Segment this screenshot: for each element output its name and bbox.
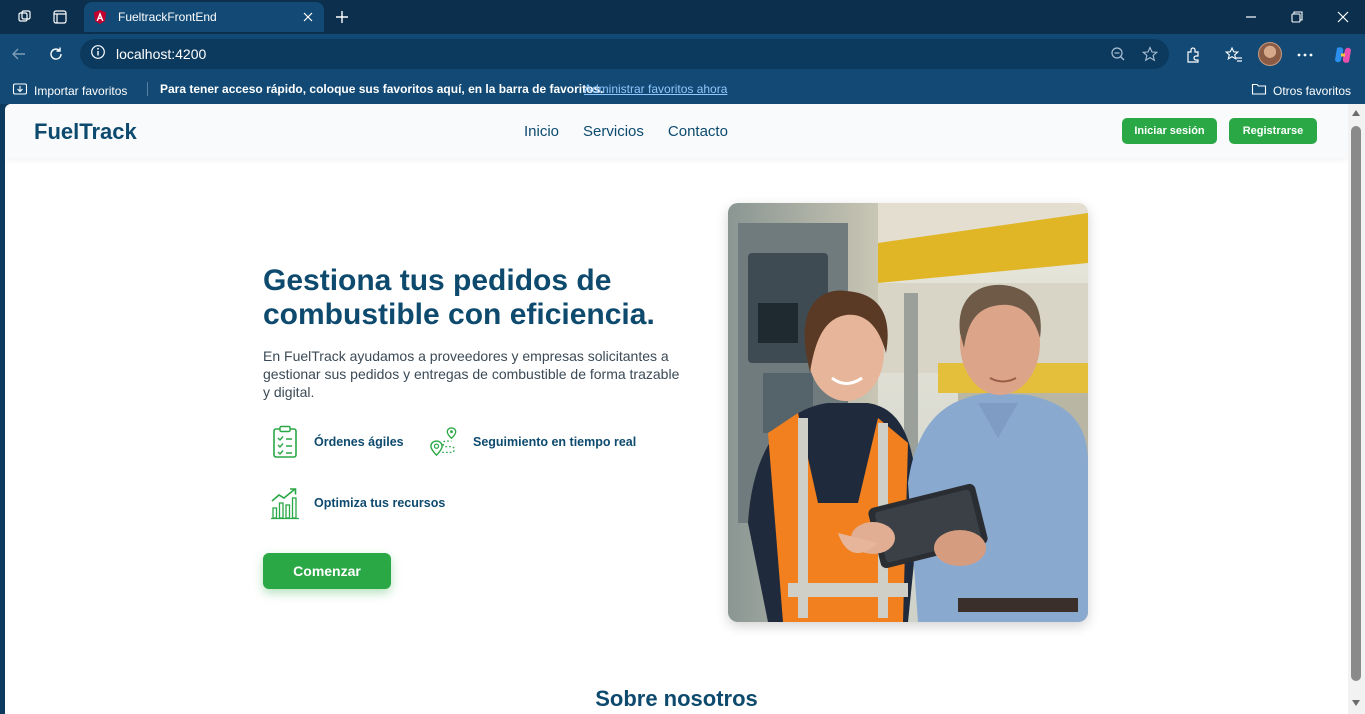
favorites-divider — [147, 82, 148, 96]
register-button[interactable]: Registrarse — [1229, 118, 1317, 144]
login-button[interactable]: Iniciar sesión — [1122, 118, 1217, 144]
browser-tab[interactable]: FueltrackFrontEnd — [84, 2, 324, 32]
growth-chart-icon — [270, 485, 300, 521]
extensions-icon[interactable] — [1181, 43, 1205, 67]
feature-ordenes: Órdenes ágiles — [270, 424, 404, 460]
favorites-icon[interactable] — [1222, 43, 1246, 67]
angular-favicon-icon — [92, 9, 108, 25]
favorite-star-icon[interactable] — [1139, 43, 1161, 65]
refresh-icon[interactable] — [45, 43, 67, 65]
minimize-icon[interactable] — [1240, 6, 1262, 28]
favorites-message: Para tener acceso rápido, coloque sus fa… — [160, 82, 604, 96]
other-favorites[interactable]: Otros favoritos — [1251, 81, 1351, 100]
nav-servicios[interactable]: Servicios — [583, 123, 644, 140]
start-button[interactable]: Comenzar — [263, 553, 391, 589]
other-favorites-label: Otros favoritos — [1273, 83, 1352, 98]
folder-icon — [1251, 81, 1267, 100]
feature-label: Órdenes ágiles — [314, 435, 404, 449]
close-tab-icon[interactable] — [300, 9, 316, 25]
zoom-out-icon[interactable] — [1107, 43, 1129, 65]
copilot-icon[interactable] — [1331, 43, 1355, 67]
manage-favorites-link[interactable]: Administrar favoritos ahora — [584, 82, 727, 96]
tab-actions-icon[interactable] — [49, 6, 71, 28]
feature-label: Seguimiento en tiempo real — [473, 435, 637, 449]
page-viewport: FuelTrack Inicio Servicios Contacto Inic… — [5, 104, 1348, 714]
hero-title-line2: combustible con eficiencia. — [263, 298, 655, 331]
restore-icon[interactable] — [1286, 6, 1308, 28]
clipboard-check-icon — [270, 424, 300, 460]
site-info-icon[interactable] — [90, 44, 106, 65]
url-text: localhost:4200 — [116, 46, 207, 62]
about-title: Sobre nosotros — [595, 686, 758, 711]
scroll-up-icon[interactable] — [1352, 110, 1360, 116]
brand-logo[interactable]: FuelTrack — [34, 119, 137, 145]
browser-tab-bar: FueltrackFrontEnd — [0, 0, 1365, 34]
import-favorites-label: Importar favoritos — [34, 83, 128, 98]
import-favorites[interactable]: Importar favoritos — [12, 81, 127, 100]
back-icon[interactable] — [8, 43, 30, 65]
site-header: FuelTrack Inicio Servicios Contacto Inic… — [5, 104, 1348, 158]
feature-label: Optimiza tus recursos — [314, 496, 446, 510]
hero-title: Gestiona tus pedidos de combustible con … — [263, 264, 683, 332]
address-bar-row: localhost:4200 — [0, 34, 1365, 74]
new-tab-icon[interactable] — [331, 6, 353, 28]
route-pin-icon — [429, 424, 459, 460]
more-options-icon[interactable] — [1293, 43, 1317, 67]
hero-title-line1: Gestiona tus pedidos de — [263, 264, 612, 297]
nav-inicio[interactable]: Inicio — [524, 123, 559, 140]
close-window-icon[interactable] — [1332, 6, 1354, 28]
profile-avatar[interactable] — [1258, 42, 1282, 66]
favorites-bar: Importar favoritos Para tener acceso ráp… — [0, 74, 1365, 104]
url-field[interactable]: localhost:4200 — [80, 39, 1169, 69]
feature-seguimiento: Seguimiento en tiempo real — [429, 424, 636, 460]
import-icon — [12, 81, 28, 100]
nav-contacto[interactable]: Contacto — [668, 123, 728, 140]
tab-title: FueltrackFrontEnd — [118, 10, 217, 24]
hero-description: En FuelTrack ayudamos a proveedores y em… — [263, 348, 680, 400]
scroll-down-icon[interactable] — [1352, 700, 1360, 706]
feature-optimiza: Optimiza tus recursos — [270, 485, 445, 521]
main-nav: Inicio Servicios Contacto — [524, 123, 728, 140]
workspaces-icon[interactable] — [14, 6, 36, 28]
scrollbar-thumb[interactable] — [1351, 126, 1361, 681]
hero-photo — [728, 203, 1088, 622]
